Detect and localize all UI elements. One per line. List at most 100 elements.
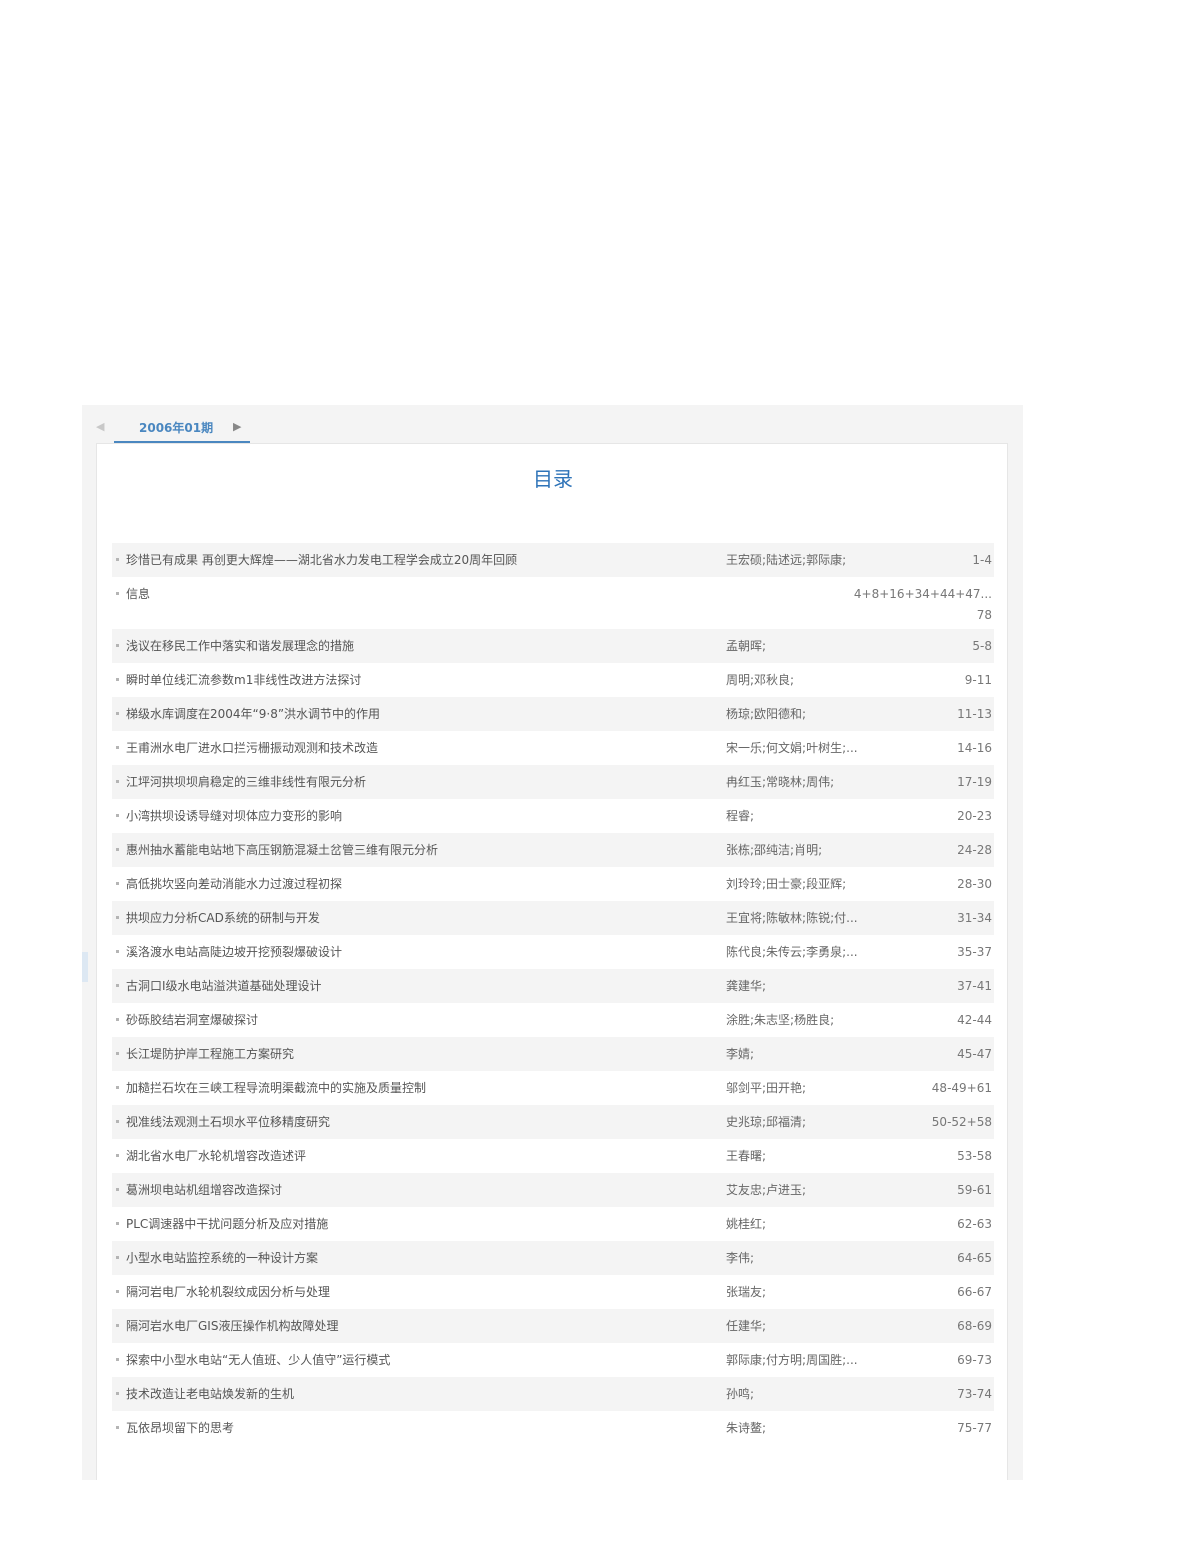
next-issue-arrow-icon[interactable]: ▶ [233,420,247,434]
list-item: 瓦依昂坝留下的思考 朱诗鳌; 75-77 [112,1411,994,1445]
article-pages: 20-23 [957,809,992,823]
article-title-link[interactable]: 加糙拦石坎在三峡工程导流明渠截流中的实施及质量控制 [126,1071,716,1105]
article-pages: 35-37 [957,945,992,959]
list-item: 梯级水库调度在2004年“9·8”洪水调节中的作用 杨琼;欧阳德和; 11-13 [112,697,994,731]
list-item: 隔河岩水电厂GIS液压操作机构故障处理 任建华; 68-69 [112,1309,994,1343]
bullet-icon [116,848,119,851]
article-title-link[interactable]: 拱坝应力分析CAD系统的研制与开发 [126,901,716,935]
bullet-icon [116,882,119,885]
article-pages: 14-16 [957,741,992,755]
tab-current-issue[interactable]: 2006年01期 [139,420,213,436]
list-item: 瞬时单位线汇流参数m1非线性改进方法探讨 周明;邓秋良; 9-11 [112,663,994,697]
list-item: 视准线法观测土石坝水平位移精度研究 史兆琼;邱福清; 50-52+58 [112,1105,994,1139]
article-pages: 45-47 [957,1047,992,1061]
list-item: 江坪河拱坝坝肩稳定的三维非线性有限元分析 冉红玉;常晓林;周伟; 17-19 [112,765,994,799]
article-title-link[interactable]: 视准线法观测土石坝水平位移精度研究 [126,1105,716,1139]
article-pages: 9-11 [964,673,992,687]
article-title-link[interactable]: 技术改造让老电站焕发新的生机 [126,1377,716,1411]
article-title-link[interactable]: 信息 [126,577,716,611]
article-pages: 73-74 [957,1387,992,1401]
list-item: 砂砾胶结岩洞室爆破探讨 涂胜;朱志坚;杨胜良; 42-44 [112,1003,994,1037]
article-title-link[interactable]: 高低挑坎竖向差动消能水力过渡过程初探 [126,867,716,901]
list-item: 王甫洲水电厂进水口拦污栅振动观测和技术改造 宋一乐;何文娟;叶树生;... 14-1… [112,731,994,765]
article-title-link[interactable]: 瓦依昂坝留下的思考 [126,1411,716,1445]
list-item: 溪洛渡水电站高陡边坡开挖预裂爆破设计 陈代良;朱传云;李勇泉;... 35-37 [112,935,994,969]
prev-issue-arrow-icon[interactable]: ◀ [96,420,110,434]
article-title-link[interactable]: 梯级水库调度在2004年“9·8”洪水调节中的作用 [126,697,716,731]
article-title-link[interactable]: PLC调速器中干扰问题分析及应对措施 [126,1207,716,1241]
article-title-link[interactable]: 溪洛渡水电站高陡边坡开挖预裂爆破设计 [126,935,716,969]
article-title-link[interactable]: 小湾拱坝设诱导缝对坝体应力变形的影响 [126,799,716,833]
list-item: 葛洲坝电站机组增容改造探讨 艾友忠;卢进玉; 59-61 [112,1173,994,1207]
list-item: 技术改造让老电站焕发新的生机 孙鸣; 73-74 [112,1377,994,1411]
list-item: PLC调速器中干扰问题分析及应对措施 姚桂红; 62-63 [112,1207,994,1241]
bullet-icon [116,712,119,715]
bullet-icon [116,1120,119,1123]
bullet-icon [116,984,119,987]
bullet-icon [116,1188,119,1191]
article-pages: 53-58 [957,1149,992,1163]
list-item: 高低挑坎竖向差动消能水力过渡过程初探 刘玲玲;田士豪;段亚辉; 28-30 [112,867,994,901]
bullet-icon [116,780,119,783]
article-pages: 5-8 [972,639,992,653]
article-pages: 48-49+61 [931,1081,992,1095]
toc-heading: 目录 [533,467,573,491]
issue-tab-bar: ◀ 2006年01期 ▶ [96,418,256,443]
bullet-icon [116,814,119,817]
article-title-link[interactable]: 砂砾胶结岩洞室爆破探讨 [126,1003,716,1037]
article-title-link[interactable]: 古洞口Ⅰ级水电站溢洪道基础处理设计 [126,969,716,1003]
bullet-icon [116,1018,119,1021]
list-item: 信息 4+8+16+34+44+47...78 [112,577,994,629]
article-pages: 28-30 [957,877,992,891]
bullet-icon [116,1086,119,1089]
list-item: 隔河岩电厂水轮机裂纹成因分析与处理 张瑞友; 66-67 [112,1275,994,1309]
article-title-link[interactable]: 探索中小型水电站“无人值班、少人值守”运行模式 [126,1343,716,1377]
bullet-icon [116,644,119,647]
bullet-icon [116,558,119,561]
article-title-link[interactable]: 瞬时单位线汇流参数m1非线性改进方法探讨 [126,663,716,697]
side-accent [82,952,88,982]
list-item: 珍惜已有成果 再创更大辉煌——湖北省水力发电工程学会成立20周年回顾 王宏硕;陆述… [112,543,994,577]
article-title-link[interactable]: 隔河岩电厂水轮机裂纹成因分析与处理 [126,1275,716,1309]
article-pages: 75-77 [957,1421,992,1435]
article-pages: 31-34 [957,911,992,925]
list-item: 探索中小型水电站“无人值班、少人值守”运行模式 郭际康;付方明;周国胜;... 69… [112,1343,994,1377]
toc-list: 珍惜已有成果 再创更大辉煌——湖北省水力发电工程学会成立20周年回顾 王宏硕;陆述… [112,543,994,1445]
article-title-link[interactable]: 隔河岩水电厂GIS液压操作机构故障处理 [126,1309,716,1343]
article-pages: 37-41 [957,979,992,993]
article-title-link[interactable]: 江坪河拱坝坝肩稳定的三维非线性有限元分析 [126,765,716,799]
article-title-link[interactable]: 浅议在移民工作中落实和谐发展理念的措施 [126,629,716,663]
list-item: 惠州抽水蓄能电站地下高压钢筋混凝土岔管三维有限元分析 张栋;邵纯洁;肖明; 24-2… [112,833,994,867]
article-pages: 17-19 [957,775,992,789]
article-title-link[interactable]: 小型水电站监控系统的一种设计方案 [126,1241,716,1275]
list-item: 浅议在移民工作中落实和谐发展理念的措施 孟朝晖; 5-8 [112,629,994,663]
list-item: 长江堤防护岸工程施工方案研究 李婧; 45-47 [112,1037,994,1071]
bullet-icon [116,1052,119,1055]
article-pages: 66-67 [957,1285,992,1299]
article-pages: 64-65 [957,1251,992,1265]
article-title-link[interactable]: 葛洲坝电站机组增容改造探讨 [126,1173,716,1207]
bullet-icon [116,950,119,953]
bullet-icon [116,1256,119,1259]
article-title-link[interactable]: 惠州抽水蓄能电站地下高压钢筋混凝土岔管三维有限元分析 [126,833,716,867]
article-pages: 11-13 [957,707,992,721]
list-item: 拱坝应力分析CAD系统的研制与开发 王宜将;陈敏林;陈锐;付... 31-34 [112,901,994,935]
article-pages: 1-4 [972,553,992,567]
article-title-link[interactable]: 珍惜已有成果 再创更大辉煌——湖北省水力发电工程学会成立20周年回顾 [126,543,716,577]
bullet-icon [116,1392,119,1395]
bullet-icon [116,1426,119,1429]
article-title-link[interactable]: 湖北省水电厂水轮机增容改造述评 [126,1139,716,1173]
list-item: 古洞口Ⅰ级水电站溢洪道基础处理设计 龚建华; 37-41 [112,969,994,1003]
article-pages: 42-44 [957,1013,992,1027]
list-item: 小湾拱坝设诱导缝对坝体应力变形的影响 程睿; 20-23 [112,799,994,833]
article-title-link[interactable]: 王甫洲水电厂进水口拦污栅振动观测和技术改造 [126,731,716,765]
article-pages: 24-28 [957,843,992,857]
bullet-icon [116,592,119,595]
article-pages: 68-69 [957,1319,992,1333]
article-pages: 50-52+58 [931,1115,992,1129]
bullet-icon [116,1324,119,1327]
article-title-link[interactable]: 长江堤防护岸工程施工方案研究 [126,1037,716,1071]
list-item: 加糙拦石坎在三峡工程导流明渠截流中的实施及质量控制 邬剑平;田开艳; 48-49+6… [112,1071,994,1105]
bullet-icon [116,1358,119,1361]
bullet-icon [116,678,119,681]
